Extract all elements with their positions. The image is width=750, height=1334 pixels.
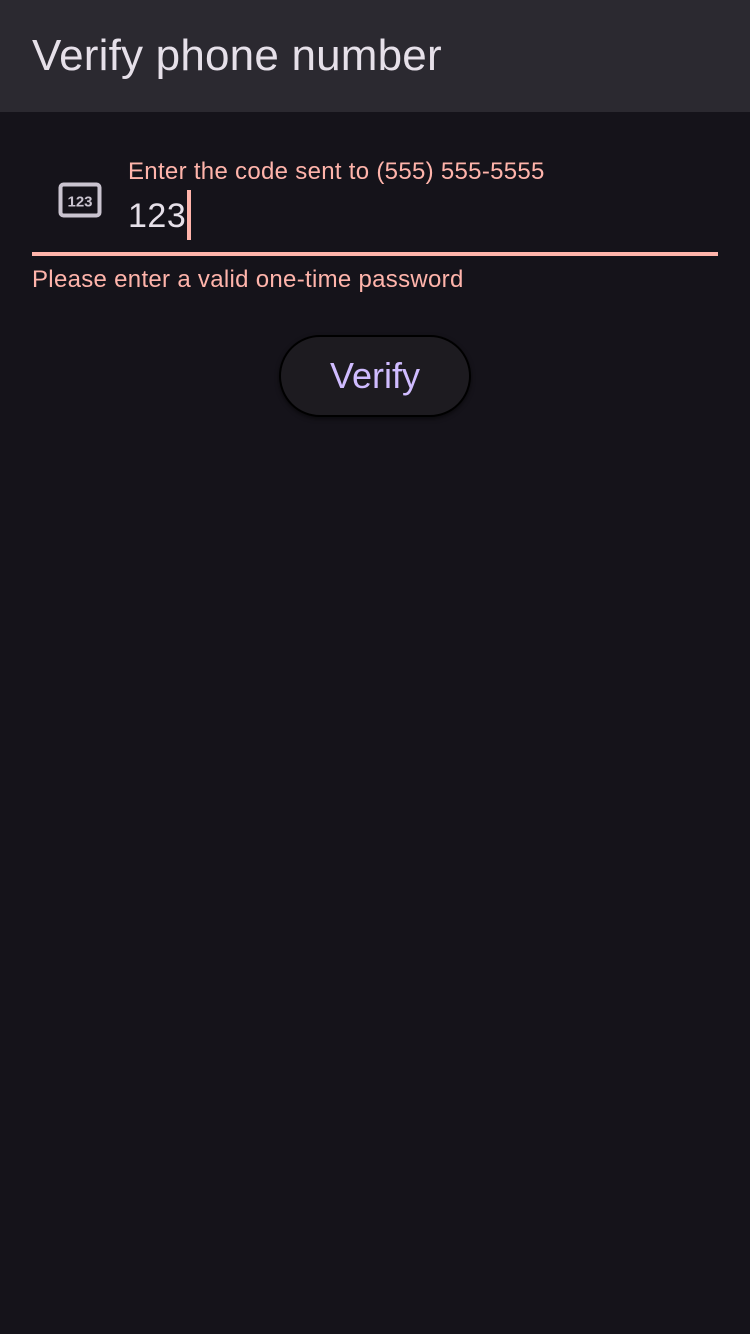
verify-phone-screen: Verify phone number 123 Enter the code s… <box>0 0 750 1334</box>
dialpad-123-icon: 123 <box>58 182 102 218</box>
otp-code-input[interactable] <box>128 192 708 240</box>
otp-code-field[interactable]: 123 Enter the code sent to (555) 555-555… <box>32 144 718 256</box>
otp-error-message: Please enter a valid one-time password <box>32 266 464 293</box>
app-bar: Verify phone number <box>0 0 750 112</box>
verify-button[interactable]: Verify <box>279 335 471 417</box>
field-error-underline <box>32 252 718 256</box>
text-cursor <box>187 190 192 240</box>
page-title: Verify phone number <box>32 31 442 80</box>
otp-field-label: Enter the code sent to (555) 555-5555 <box>128 158 545 185</box>
svg-text:123: 123 <box>67 194 92 211</box>
